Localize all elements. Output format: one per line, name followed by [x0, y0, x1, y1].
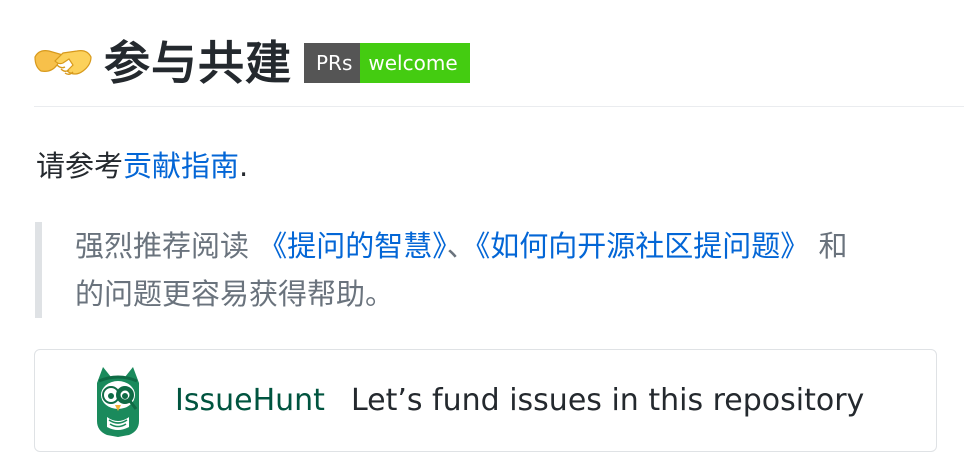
- blockquote-text-2: 和: [809, 229, 848, 263]
- blockquote-text-1: 强烈推荐阅读: [75, 229, 259, 263]
- blockquote-line-1: 强烈推荐阅读 《提问的智慧》、《如何向开源社区提问题》 和: [75, 222, 964, 270]
- page-title: 参与共建: [104, 36, 292, 90]
- blockquote-separator: 、: [446, 229, 476, 263]
- paragraph-suffix: .: [239, 149, 249, 183]
- handshake-icon: [32, 32, 94, 94]
- badge-label: PRs: [304, 43, 361, 83]
- owl-icon: [87, 364, 149, 438]
- issuehunt-brand-name: IssueHunt: [175, 383, 325, 418]
- how-to-ask-open-source-link[interactable]: 《如何向开源社区提问题》: [476, 229, 810, 263]
- section-heading: 参与共建 PRs welcome: [32, 30, 964, 96]
- paragraph-prefix: 请参考: [36, 149, 124, 183]
- recommendation-blockquote: 强烈推荐阅读 《提问的智慧》、《如何向开源社区提问题》 和 的问题更容易获得帮助…: [35, 222, 964, 318]
- contribution-paragraph: 请参考贡献指南.: [36, 146, 248, 186]
- blockquote-line-2: 的问题更容易获得帮助。: [75, 277, 395, 311]
- smart-questions-link[interactable]: 《提问的智慧》: [258, 229, 447, 263]
- issuehunt-card[interactable]: IssueHunt Let’s fund issues in this repo…: [34, 349, 937, 452]
- badge-value: welcome: [360, 43, 470, 83]
- prs-welcome-badge[interactable]: PRs welcome: [304, 43, 470, 83]
- contribution-guide-link[interactable]: 贡献指南: [123, 149, 239, 183]
- issuehunt-tagline: Let’s fund issues in this repository: [350, 383, 865, 418]
- heading-divider: [34, 106, 964, 107]
